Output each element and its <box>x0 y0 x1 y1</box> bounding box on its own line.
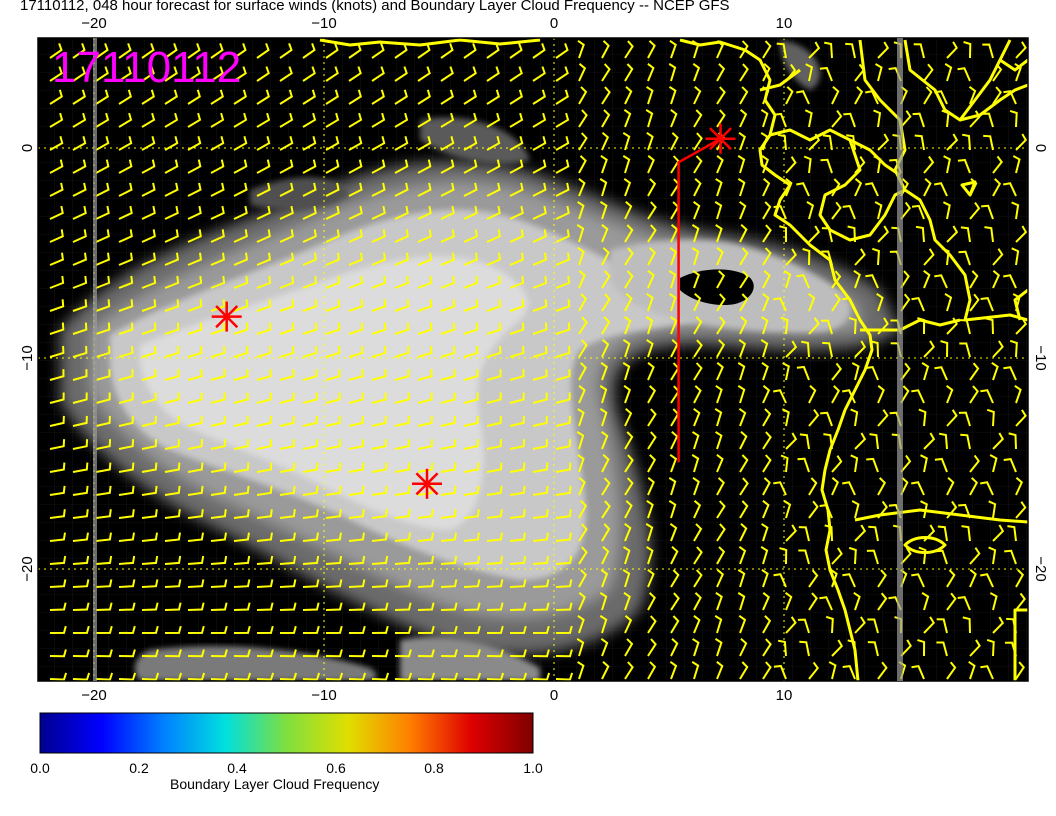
colorbar-tick: 0.0 <box>30 760 50 776</box>
site-marker <box>211 301 242 332</box>
colorbar-label: Boundary Layer Cloud Frequency <box>170 776 380 792</box>
lat-tick: −20 <box>19 556 36 581</box>
colorbar <box>39 712 534 754</box>
lon-tick: 10 <box>776 687 793 704</box>
forecast-map: −20 −10 0 10 −20 −10 0 10 0 −10 −20 0 −1… <box>19 15 1049 754</box>
lon-tick: −10 <box>311 687 336 704</box>
colorbar-tick: 0.8 <box>424 760 444 776</box>
lon-tick: 0 <box>550 15 558 32</box>
lat-ticks-left: 0 −10 −20 <box>19 144 36 582</box>
lat-tick: −20 <box>1032 556 1049 581</box>
site-marker <box>705 123 736 154</box>
lat-ticks-right: 0 −10 −20 <box>1032 144 1049 582</box>
lon-ticks-bottom: −20 −10 0 10 <box>81 687 792 704</box>
lon-tick: −20 <box>81 15 106 32</box>
site-marker <box>412 468 442 499</box>
lon-tick: 10 <box>776 15 793 32</box>
lon-ticks-top: −20 −10 0 10 <box>81 15 792 32</box>
colorbar-tick: 1.0 <box>523 760 543 776</box>
colorbar-tick: 0.6 <box>326 760 346 776</box>
frame-band-right <box>897 38 903 681</box>
lon-tick: −20 <box>81 687 106 704</box>
colorbar-tick: 0.2 <box>129 760 149 776</box>
lon-tick: −10 <box>311 15 336 32</box>
colorbar-gradient <box>39 712 534 754</box>
lat-tick: −10 <box>1032 345 1049 370</box>
frame-band-left <box>93 38 97 681</box>
lon-tick: 0 <box>550 687 558 704</box>
lat-tick: −10 <box>19 345 36 370</box>
lat-tick: 0 <box>1032 144 1049 152</box>
lat-tick: 0 <box>19 144 36 152</box>
date-stamp: 17110112 <box>52 43 241 92</box>
colorbar-tick: 0.4 <box>227 760 247 776</box>
